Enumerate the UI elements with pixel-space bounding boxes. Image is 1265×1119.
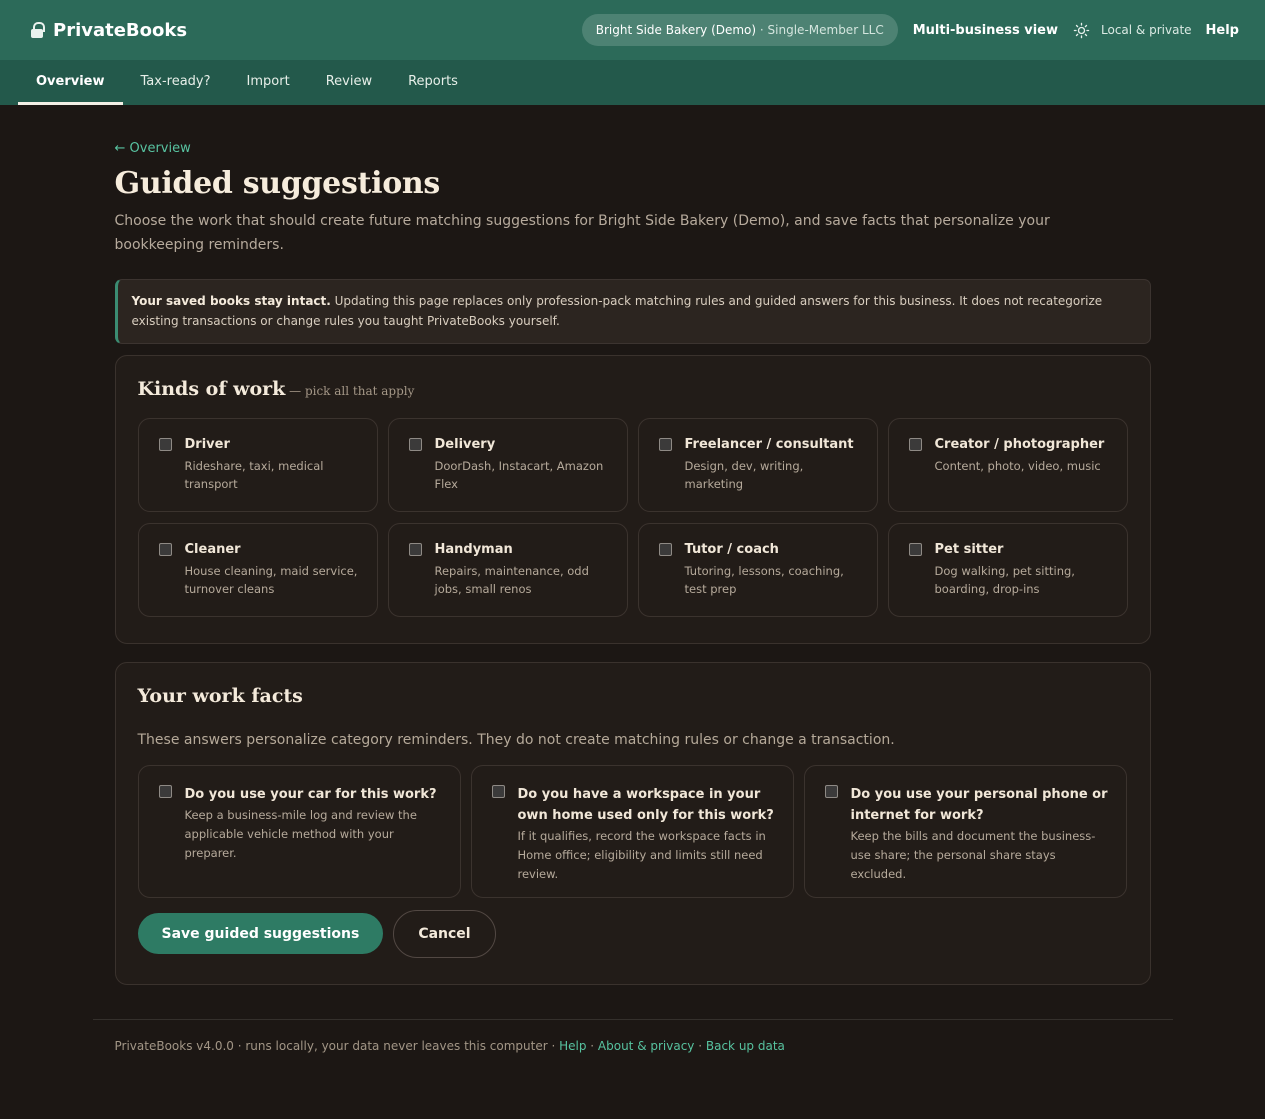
checkbox[interactable]	[824, 785, 838, 798]
footer-separator: ·	[694, 1039, 706, 1053]
work-option-creator[interactable]: Creator / photographer Content, photo, vi…	[887, 418, 1128, 512]
option-description: Repairs, maintenance, odd jobs, small re…	[434, 564, 589, 596]
work-facts-grid: Do you use your car for this work? Keep a…	[137, 765, 1128, 898]
checkbox[interactable]	[658, 543, 672, 556]
footer-backup-link[interactable]: Back up data	[706, 1039, 785, 1053]
option-label: Cleaner	[184, 542, 241, 557]
option-label: Delivery	[434, 437, 496, 452]
business-name: Bright Side Bakery (Demo)	[595, 23, 757, 37]
option-description: DoorDash, Instacart, Amazon Flex	[434, 459, 604, 491]
fact-car-use[interactable]: Do you use your car for this work? Keep a…	[137, 765, 461, 898]
work-option-freelancer[interactable]: Freelancer / consultant Design, dev, writ…	[637, 418, 878, 512]
main-nav: Overview Tax-ready? Import Review Report…	[0, 60, 1265, 105]
option-description: Rideshare, taxi, medical transport	[184, 459, 324, 491]
page-title: Guided suggestions	[114, 166, 441, 201]
footer-help-link[interactable]: Help	[559, 1039, 586, 1053]
save-guided-suggestions-button[interactable]: Save guided suggestions	[137, 913, 384, 954]
work-facts-title: Your work facts	[137, 685, 303, 707]
sun-icon[interactable]	[1072, 21, 1090, 39]
help-link[interactable]: Help	[1206, 23, 1239, 38]
cancel-button[interactable]: Cancel	[393, 910, 496, 958]
fact-description: Keep the bills and document the business…	[850, 829, 1096, 881]
work-options-grid: Driver Rideshare, taxi, medical transport…	[137, 418, 1128, 617]
option-label: Pet sitter	[934, 542, 1004, 557]
work-facts-card: Your work facts These answers personaliz…	[114, 662, 1151, 985]
fact-label: Do you use your car for this work?	[184, 787, 437, 802]
work-option-cleaner[interactable]: Cleaner House cleaning, maid service, tur…	[137, 523, 378, 617]
work-option-tutor[interactable]: Tutor / coach Tutoring, lessons, coaching…	[637, 523, 878, 617]
checkbox[interactable]	[158, 543, 172, 556]
work-option-handyman[interactable]: Handyman Repairs, maintenance, odd jobs, …	[387, 523, 628, 617]
option-label: Driver	[184, 437, 230, 452]
main-content: ← Overview Guided suggestions Choose the…	[114, 105, 1151, 985]
tab-import[interactable]: Import	[229, 60, 308, 105]
footer: PrivateBooks v4.0.0 · runs locally, your…	[92, 1019, 1173, 1053]
back-to-overview-link[interactable]: ← Overview	[115, 141, 1151, 156]
work-option-pet-sitter[interactable]: Pet sitter Dog walking, pet sitting, boar…	[887, 523, 1128, 617]
fact-label: Do you have a workspace in your own home…	[517, 787, 774, 823]
fact-description: If it qualifies, record the workspace fa…	[517, 829, 766, 881]
multi-business-link[interactable]: Multi-business view	[913, 23, 1058, 38]
footer-text: PrivateBooks v4.0.0 · runs locally, your…	[114, 1039, 560, 1053]
checkbox[interactable]	[908, 438, 922, 451]
kinds-of-work-heading: Kinds of work — pick all that apply	[138, 378, 1128, 400]
tab-review[interactable]: Review	[308, 60, 390, 105]
app-name: PrivateBooks	[53, 19, 188, 41]
business-type: Single-Member LLC	[767, 23, 884, 37]
work-option-delivery[interactable]: Delivery DoorDash, Instacart, Amazon Flex	[387, 418, 628, 512]
lock-icon	[30, 22, 45, 38]
option-label: Handyman	[434, 542, 513, 557]
kinds-of-work-title: Kinds of work	[137, 378, 286, 400]
footer-separator: ·	[586, 1039, 598, 1053]
fact-home-workspace[interactable]: Do you have a workspace in your own home…	[470, 765, 794, 898]
option-description: Dog walking, pet sitting, boarding, drop…	[934, 564, 1075, 596]
option-label: Freelancer / consultant	[684, 437, 854, 452]
business-type-separator: ·	[756, 23, 768, 37]
option-label: Tutor / coach	[684, 542, 779, 557]
fact-phone-internet[interactable]: Do you use your personal phone or intern…	[803, 765, 1127, 898]
checkbox[interactable]	[658, 438, 672, 451]
checkbox[interactable]	[908, 543, 922, 556]
fact-label: Do you use your personal phone or intern…	[850, 787, 1108, 823]
page-intro: Choose the work that should create futur…	[114, 213, 1050, 253]
fact-description: Keep a business-mile log and review the …	[184, 808, 417, 860]
tab-reports[interactable]: Reports	[390, 60, 476, 105]
kinds-of-work-card: Kinds of work — pick all that apply Driv…	[114, 355, 1151, 644]
checkbox[interactable]	[408, 543, 422, 556]
option-description: Content, photo, video, music	[934, 459, 1101, 473]
checkbox[interactable]	[491, 785, 505, 798]
top-bar: PrivateBooks Bright Side Bakery (Demo) ·…	[0, 0, 1265, 60]
local-private-label: Local & private	[1101, 23, 1192, 37]
work-facts-intro: These answers personalize category remin…	[137, 732, 895, 748]
work-option-driver[interactable]: Driver Rideshare, taxi, medical transport	[137, 418, 378, 512]
option-description: House cleaning, maid service, turnover c…	[184, 564, 358, 596]
notice-lead: Your saved books stay intact.	[131, 294, 331, 308]
app-brand[interactable]: PrivateBooks	[30, 20, 187, 41]
checkbox[interactable]	[158, 438, 172, 451]
option-description: Design, dev, writing, marketing	[684, 459, 804, 491]
option-description: Tutoring, lessons, coaching, test prep	[684, 564, 844, 596]
checkbox[interactable]	[408, 438, 422, 451]
footer-about-link[interactable]: About & privacy	[598, 1039, 695, 1053]
checkbox[interactable]	[158, 785, 172, 798]
form-actions: Save guided suggestions Cancel	[137, 910, 1128, 958]
tab-overview[interactable]: Overview	[18, 60, 123, 105]
business-switcher[interactable]: Bright Side Bakery (Demo) · Single-Membe…	[581, 14, 898, 46]
info-notice: Your saved books stay intact. Updating t…	[114, 279, 1151, 344]
kinds-of-work-hint: — pick all that apply	[285, 384, 415, 398]
header-controls: Bright Side Bakery (Demo) · Single-Membe…	[581, 14, 1239, 46]
option-label: Creator / photographer	[934, 437, 1105, 452]
tab-tax-ready[interactable]: Tax-ready?	[123, 60, 229, 105]
